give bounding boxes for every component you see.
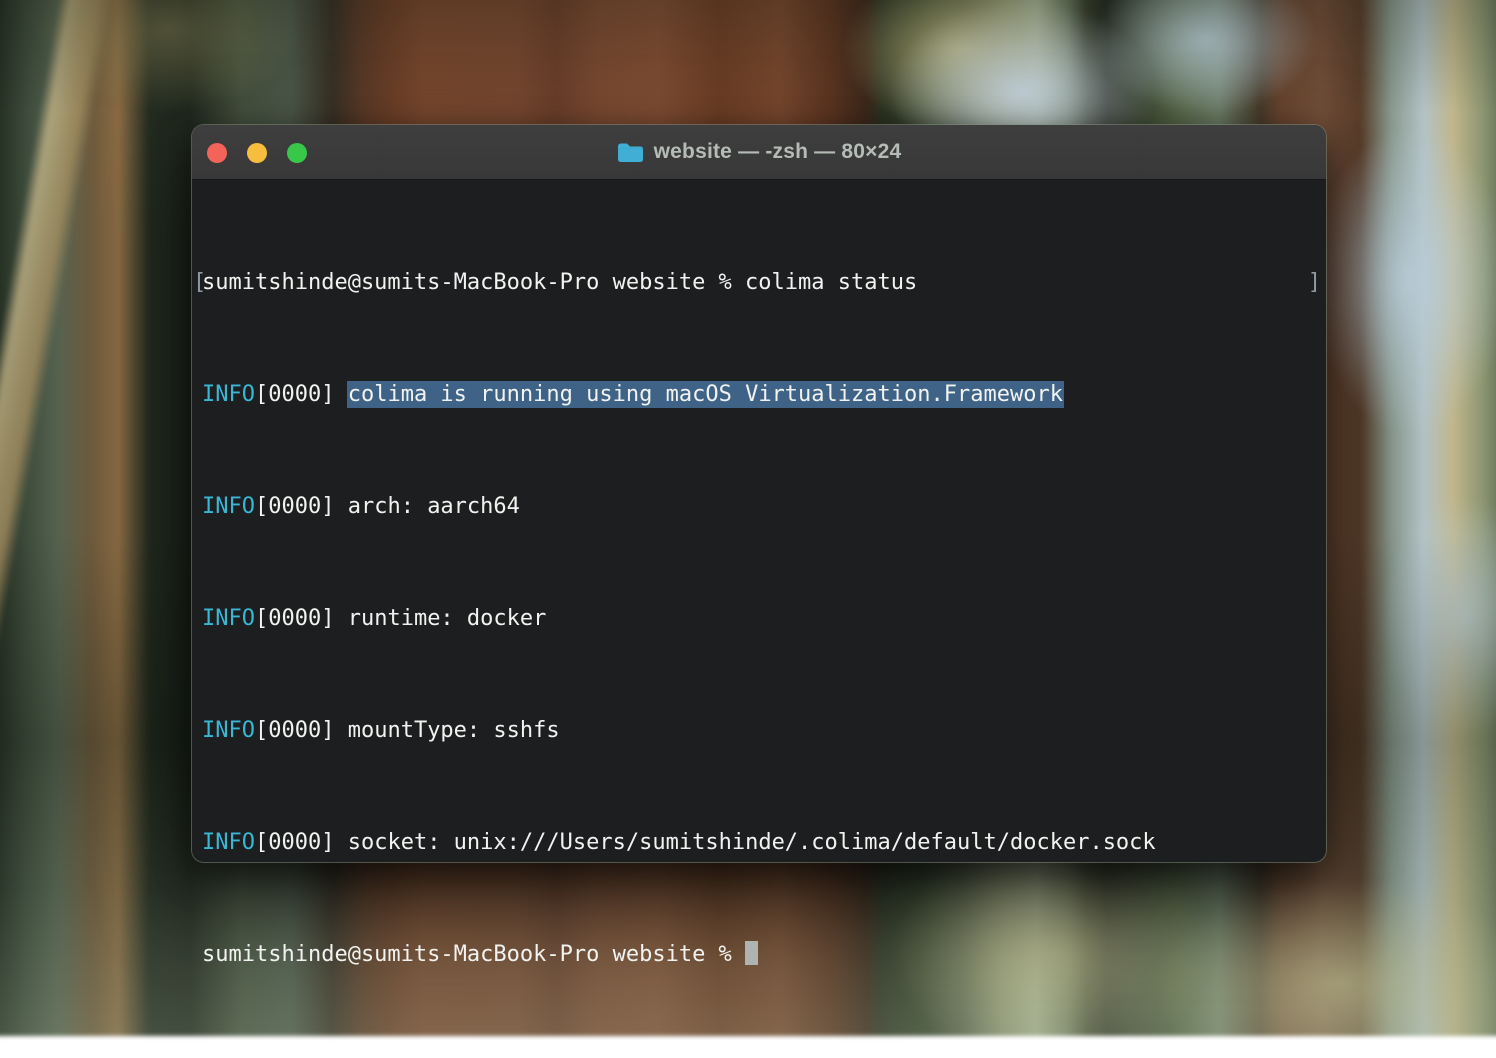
selected-text: colima is running using macOS Virtualiza…: [348, 382, 1063, 407]
terminal-line-log: INFO[0000] socket: unix:///Users/sumitsh…: [202, 829, 1316, 857]
close-button[interactable]: [207, 143, 227, 163]
terminal-line-command: [sumitshinde@sumits-MacBook-Pro website …: [202, 269, 1316, 297]
traffic-lights: [207, 125, 307, 180]
space: [334, 382, 347, 407]
desktop-background: website — -zsh — 80×24 [sumitshinde@sumi…: [0, 0, 1496, 1022]
command-mark-close: ]: [1308, 269, 1321, 297]
titlebar[interactable]: website — -zsh — 80×24: [192, 125, 1326, 180]
terminal-line-log: INFO[0000] runtime: docker: [202, 605, 1316, 633]
prompt-text: sumitshinde@sumits-MacBook-Pro website %: [202, 942, 745, 967]
space: [334, 606, 347, 631]
info-label: INFO: [202, 830, 255, 855]
space: [334, 494, 347, 519]
terminal-line-log: INFO[0000] arch: aarch64: [202, 493, 1316, 521]
folder-icon[interactable]: [617, 142, 644, 163]
log-text: arch: aarch64: [348, 494, 520, 519]
title-group: website — -zsh — 80×24: [617, 140, 902, 164]
space: [334, 830, 347, 855]
info-label: INFO: [202, 606, 255, 631]
minimize-button[interactable]: [247, 143, 267, 163]
zoom-button[interactable]: [287, 143, 307, 163]
window-title: website — -zsh — 80×24: [654, 140, 902, 164]
terminal-line-prompt: sumitshinde@sumits-MacBook-Pro website %: [202, 941, 1316, 969]
info-code: [0000]: [255, 606, 334, 631]
info-label: INFO: [202, 718, 255, 743]
info-code: [0000]: [255, 830, 334, 855]
terminal-window: website — -zsh — 80×24 [sumitshinde@sumi…: [192, 125, 1326, 862]
space: [334, 718, 347, 743]
info-code: [0000]: [255, 718, 334, 743]
text-cursor: [745, 941, 758, 965]
command-mark-open: [: [193, 269, 206, 297]
terminal-line-log: INFO[0000] colima is running using macOS…: [202, 381, 1316, 409]
command-text: sumitshinde@sumits-MacBook-Pro website %…: [202, 270, 917, 295]
info-label: INFO: [202, 494, 255, 519]
log-text: mountType: sshfs: [348, 718, 560, 743]
log-text: runtime: docker: [348, 606, 547, 631]
info-label: INFO: [202, 382, 255, 407]
terminal-content[interactable]: [sumitshinde@sumits-MacBook-Pro website …: [192, 180, 1326, 1058]
info-code: [0000]: [255, 494, 334, 519]
log-text: socket: unix:///Users/sumitshinde/.colim…: [348, 830, 1156, 855]
info-code: [0000]: [255, 382, 334, 407]
terminal-line-log: INFO[0000] mountType: sshfs: [202, 717, 1316, 745]
